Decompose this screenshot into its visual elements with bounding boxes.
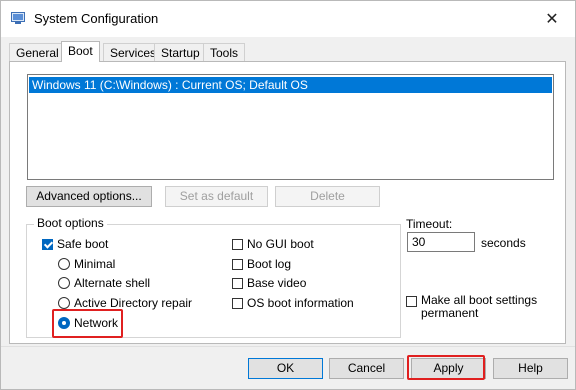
- os-boot-information-label: OS boot information: [247, 296, 354, 310]
- safe-boot-label: Safe boot: [57, 237, 109, 251]
- os-list[interactable]: Windows 11 (C:\Windows) : Current OS; De…: [27, 74, 554, 180]
- ok-button[interactable]: OK: [248, 358, 323, 379]
- no-gui-boot-option[interactable]: No GUI boot: [232, 236, 314, 252]
- os-boot-information-option[interactable]: OS boot information: [232, 295, 354, 311]
- make-permanent-option[interactable]: Make all boot settings permanent: [406, 294, 537, 320]
- timeout-unit-label: seconds: [481, 236, 526, 250]
- no-gui-boot-label: No GUI boot: [247, 237, 314, 251]
- delete-button[interactable]: Delete: [275, 186, 380, 207]
- footer-separator: [1, 346, 575, 347]
- system-configuration-window: System Configuration ✕ General Boot Serv…: [0, 0, 576, 390]
- system-configuration-icon: [11, 12, 25, 24]
- advanced-options-button[interactable]: Advanced options...: [26, 186, 152, 207]
- apply-highlight-box: [407, 355, 485, 380]
- alternate-shell-label: Alternate shell: [74, 276, 151, 290]
- base-video-label: Base video: [247, 276, 307, 290]
- tab-startup[interactable]: Startup: [154, 43, 207, 61]
- close-button[interactable]: ✕: [537, 7, 567, 31]
- make-permanent-label: Make all boot settings permanent: [421, 294, 537, 320]
- safe-boot-option[interactable]: Safe boot: [42, 236, 108, 252]
- boot-options-label: Boot options: [34, 216, 107, 230]
- tab-tools[interactable]: Tools: [203, 43, 246, 61]
- minimal-option[interactable]: Minimal: [58, 256, 115, 272]
- alternate-shell-option[interactable]: Alternate shell: [58, 275, 150, 291]
- active-directory-repair-radio[interactable]: [58, 297, 70, 309]
- boot-log-label: Boot log: [247, 257, 292, 271]
- active-directory-repair-label: Active Directory repair: [74, 296, 193, 310]
- network-highlight-box: [52, 309, 123, 338]
- alternate-shell-radio[interactable]: [58, 277, 70, 289]
- close-icon: ✕: [545, 11, 559, 28]
- tab-general[interactable]: General: [9, 43, 66, 61]
- tab-boot[interactable]: Boot: [61, 41, 100, 62]
- title-bar[interactable]: System Configuration ✕: [1, 1, 575, 37]
- minimal-radio[interactable]: [58, 258, 70, 270]
- no-gui-boot-checkbox[interactable]: [232, 238, 243, 250]
- minimal-label: Minimal: [74, 257, 116, 271]
- cancel-button[interactable]: Cancel: [329, 358, 404, 379]
- safe-boot-checkbox[interactable]: [42, 238, 53, 250]
- os-boot-information-checkbox[interactable]: [232, 297, 243, 309]
- window-title: System Configuration: [34, 11, 159, 26]
- os-list-item[interactable]: Windows 11 (C:\Windows) : Current OS; De…: [29, 77, 552, 93]
- help-button[interactable]: Help: [493, 358, 568, 379]
- base-video-checkbox[interactable]: [232, 277, 243, 289]
- boot-log-checkbox[interactable]: [232, 258, 243, 270]
- timeout-input[interactable]: 30: [407, 232, 475, 252]
- timeout-label: Timeout:: [406, 217, 453, 231]
- base-video-option[interactable]: Base video: [232, 275, 306, 291]
- make-permanent-label-line2: permanent: [421, 306, 479, 320]
- boot-tab-panel: Windows 11 (C:\Windows) : Current OS; De…: [9, 61, 566, 344]
- set-as-default-button[interactable]: Set as default: [165, 186, 268, 207]
- make-permanent-checkbox[interactable]: [406, 296, 417, 307]
- boot-log-option[interactable]: Boot log: [232, 256, 291, 272]
